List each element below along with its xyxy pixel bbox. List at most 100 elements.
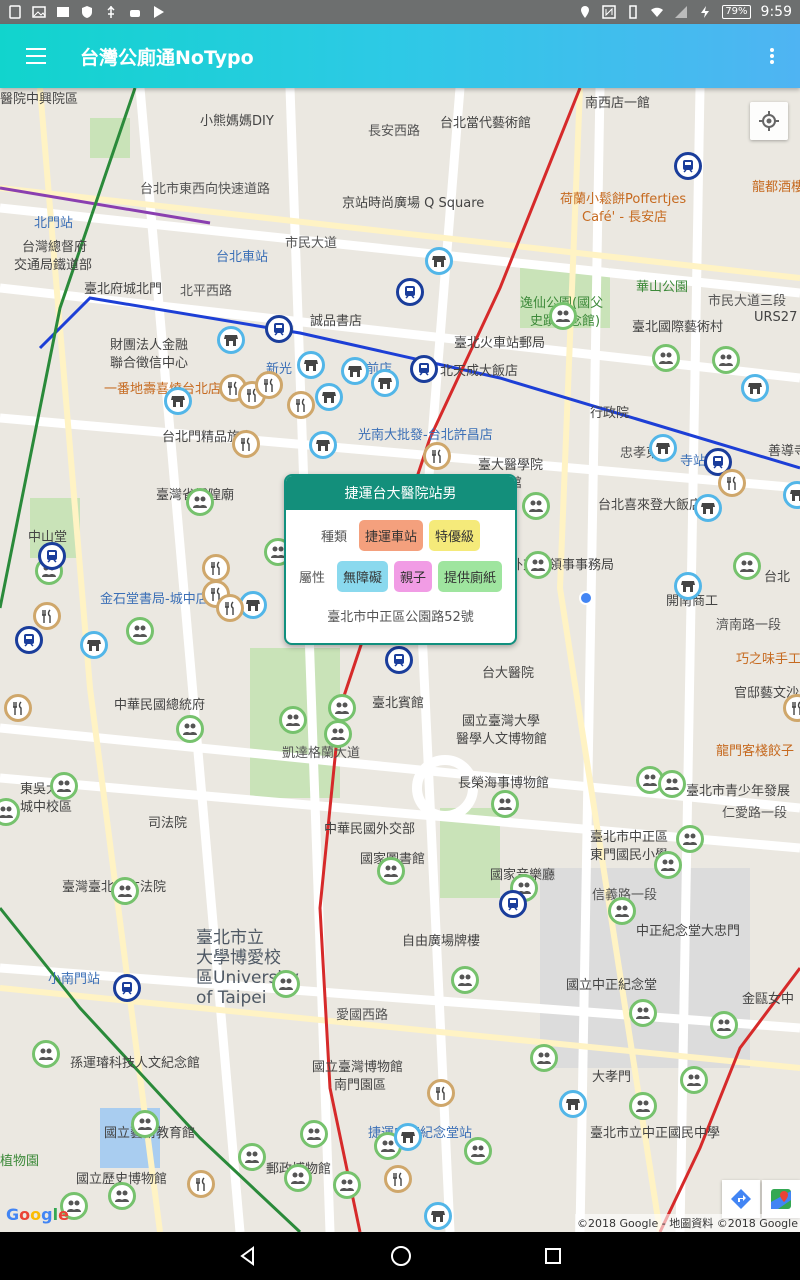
toilet-marker[interactable] [108, 1182, 136, 1210]
toilet-marker[interactable] [522, 492, 550, 520]
toilet-marker[interactable] [272, 970, 300, 998]
restaurant-toilet-marker[interactable] [4, 694, 32, 722]
toilet-marker[interactable] [238, 1143, 266, 1171]
hamburger-icon [26, 48, 46, 64]
restaurant-toilet-marker[interactable] [232, 430, 260, 458]
map-label: Café' - 長安店 [582, 210, 668, 225]
shop-toilet-marker[interactable] [297, 351, 325, 379]
restaurant-toilet-marker[interactable] [423, 442, 451, 470]
toilet-marker[interactable] [710, 1011, 738, 1039]
toilet-marker[interactable] [333, 1171, 361, 1199]
type-tag-mrt: 捷運車站 [358, 520, 423, 551]
map-label: 台北市東西向快速道路 [140, 182, 271, 197]
toilet-marker[interactable] [549, 302, 577, 330]
attribute-label: 屬性 [298, 571, 325, 586]
cutlery-icon [435, 1086, 447, 1100]
toilet-info-window[interactable]: 捷運台大醫院站男 種類 捷運車站 特優級 屬性 無障礙 親子 提供廁紙 臺北市中… [284, 474, 517, 645]
toilet-marker[interactable] [324, 720, 352, 748]
shop-toilet-marker[interactable] [309, 431, 337, 459]
mrt-toilet-marker[interactable] [38, 542, 66, 570]
map-label: 行政院 [590, 406, 630, 421]
mrt-toilet-marker[interactable] [15, 626, 43, 654]
toilet-marker[interactable] [451, 966, 479, 994]
back-icon[interactable] [238, 1246, 258, 1266]
shop-toilet-marker[interactable] [424, 1202, 452, 1230]
mrt-toilet-marker[interactable] [396, 278, 424, 306]
map-label: 華山公園 [636, 280, 689, 295]
toilet-marker[interactable] [712, 346, 740, 374]
toilet-marker[interactable] [176, 715, 204, 743]
restaurant-toilet-marker[interactable] [216, 594, 244, 622]
toilet-marker[interactable] [300, 1120, 328, 1148]
shop-toilet-marker[interactable] [315, 383, 343, 411]
type-tag-grade: 特優級 [429, 520, 481, 551]
shop-toilet-marker[interactable] [674, 572, 702, 600]
mrt-toilet-marker[interactable] [674, 152, 702, 180]
shop-toilet-marker[interactable] [371, 369, 399, 397]
toilet-marker[interactable] [652, 344, 680, 372]
restaurant-toilet-marker[interactable] [287, 391, 315, 419]
toilet-marker[interactable] [377, 857, 405, 885]
menu-button[interactable] [0, 24, 72, 88]
toilet-marker[interactable] [654, 851, 682, 879]
toilet-marker[interactable] [629, 1092, 657, 1120]
toilet-marker[interactable] [464, 1137, 492, 1165]
mrt-toilet-marker[interactable] [410, 355, 438, 383]
store-icon [348, 365, 362, 377]
map-label: 司法院 [148, 816, 188, 831]
shop-toilet-marker[interactable] [694, 494, 722, 522]
mrt-toilet-marker[interactable] [385, 646, 413, 674]
system-icons: 79% 9:59 [578, 4, 792, 20]
restaurant-toilet-marker[interactable] [33, 602, 61, 630]
toilet-marker[interactable] [186, 488, 214, 516]
shop-toilet-marker[interactable] [80, 631, 108, 659]
toilet-marker[interactable] [491, 790, 519, 818]
toilet-marker[interactable] [733, 552, 761, 580]
toilet-marker[interactable] [680, 1066, 708, 1094]
shop-toilet-marker[interactable] [649, 434, 677, 462]
shop-toilet-marker[interactable] [164, 387, 192, 415]
toilet-marker[interactable] [608, 897, 636, 925]
shop-toilet-marker[interactable] [341, 357, 369, 385]
shop-toilet-marker[interactable] [741, 374, 769, 402]
restaurant-toilet-marker[interactable] [384, 1165, 412, 1193]
image-notification-icon [32, 6, 46, 18]
toilet-marker[interactable] [629, 999, 657, 1027]
toilet-marker[interactable] [126, 617, 154, 645]
toilet-marker[interactable] [530, 1044, 558, 1072]
directions-button[interactable] [722, 1180, 760, 1218]
overflow-menu-button[interactable] [744, 24, 800, 88]
shop-toilet-marker[interactable] [217, 326, 245, 354]
toilet-marker[interactable] [32, 1040, 60, 1068]
recents-icon[interactable] [544, 1247, 562, 1265]
toilet-marker[interactable] [50, 772, 78, 800]
shop-toilet-marker[interactable] [425, 247, 453, 275]
map-label: 市民大道三段 [708, 294, 787, 309]
toilet-marker[interactable] [328, 694, 356, 722]
restaurant-toilet-marker[interactable] [187, 1170, 215, 1198]
toilet-marker[interactable] [279, 706, 307, 734]
mrt-toilet-marker[interactable] [113, 974, 141, 1002]
popup-title: 捷運台大醫院站男 [286, 476, 515, 510]
map-view[interactable]: 醫院中興院區 小熊媽媽DIY 長安西路 台北當代藝術館 南西店一館 台北市東西向快速道路京… [0, 88, 800, 1232]
shop-toilet-marker[interactable] [559, 1090, 587, 1118]
open-google-maps-button[interactable] [762, 1180, 800, 1218]
restaurant-toilet-marker[interactable] [255, 371, 283, 399]
mrt-toilet-marker[interactable] [265, 315, 293, 343]
restaurant-toilet-marker[interactable] [718, 469, 746, 497]
toilet-marker[interactable] [111, 877, 139, 905]
toilet-marker[interactable] [658, 770, 686, 798]
toilet-marker[interactable] [676, 825, 704, 853]
toilet-marker[interactable] [524, 551, 552, 579]
restaurant-toilet-marker[interactable] [202, 554, 230, 582]
attribute-row: 屬性 無障礙 親子 提供廁紙 [286, 561, 515, 592]
restaurant-toilet-marker[interactable] [427, 1079, 455, 1107]
restroom-icon [132, 625, 148, 637]
home-icon[interactable] [390, 1245, 412, 1267]
mrt-toilet-marker[interactable] [499, 890, 527, 918]
my-location-button[interactable] [750, 102, 788, 140]
toilet-marker[interactable] [131, 1110, 159, 1138]
toilet-marker[interactable] [284, 1164, 312, 1192]
shop-toilet-marker[interactable] [394, 1123, 422, 1151]
map-label: 小熊媽媽DIY [200, 114, 274, 129]
